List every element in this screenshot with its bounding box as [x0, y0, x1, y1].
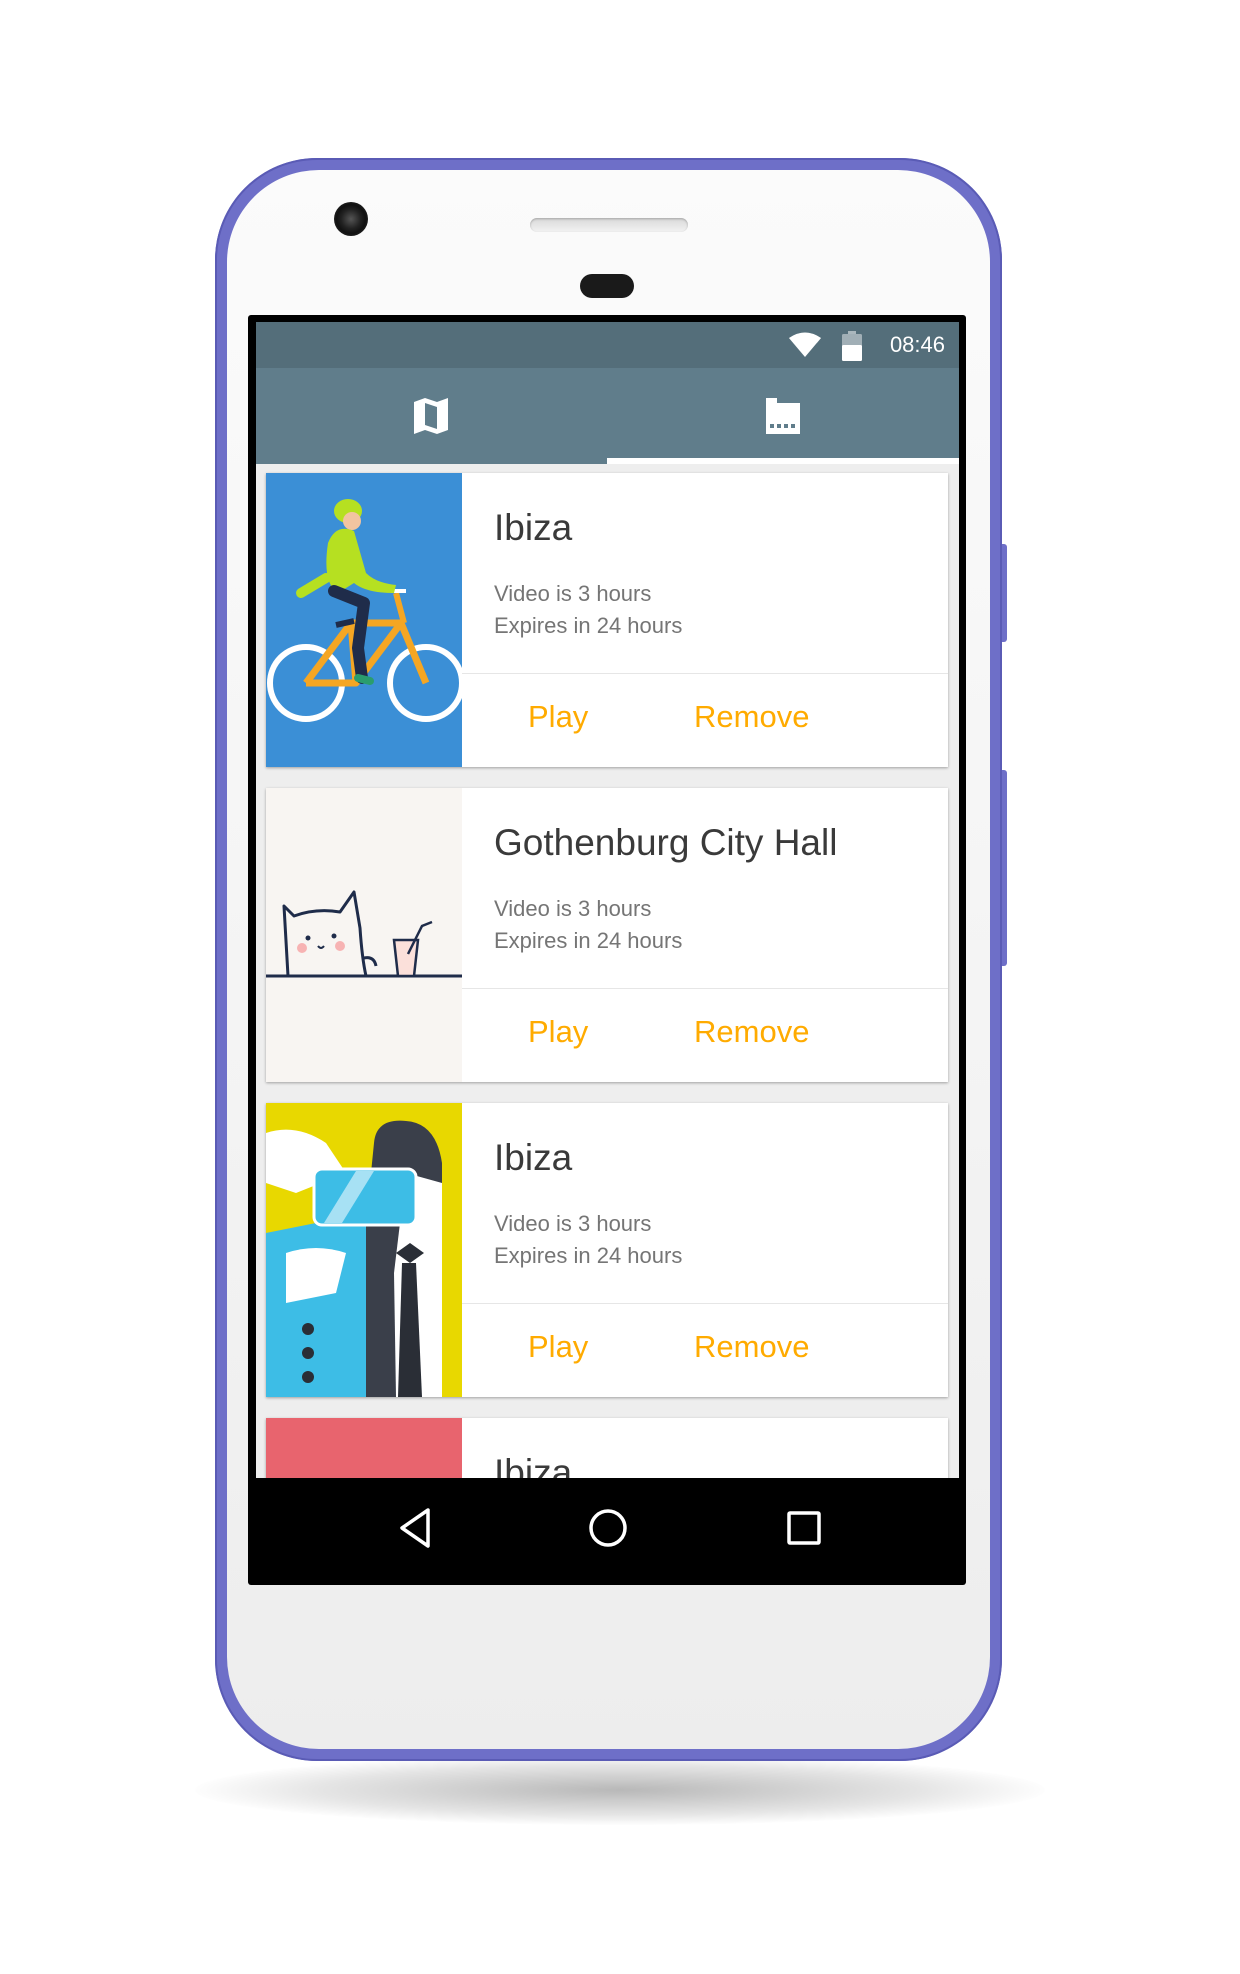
wifi-icon	[789, 332, 821, 357]
play-button[interactable]: Play	[528, 687, 588, 747]
status-bar: 08:46	[256, 322, 959, 368]
back-icon[interactable]	[386, 1498, 446, 1558]
video-card: Ibiza	[266, 1418, 948, 1478]
tab-bar	[256, 368, 959, 464]
vr-headset-illustration	[266, 1103, 462, 1397]
video-library-icon	[766, 398, 800, 434]
earpiece	[580, 274, 634, 298]
remove-button[interactable]: Remove	[694, 1317, 809, 1377]
card-thumbnail	[266, 1103, 462, 1397]
video-card: Gothenburg City Hall Video is 3 hours Ex…	[266, 788, 948, 1082]
card-divider	[462, 1303, 948, 1304]
play-button[interactable]: Play	[528, 1002, 588, 1062]
coral-illustration	[266, 1418, 462, 1478]
page-background: 08:46 Ibiza Video is 3 hours Expires in …	[0, 0, 1240, 1974]
video-list: Ibiza Video is 3 hours Expires in 24 hou…	[256, 464, 959, 1478]
phone-shadow	[195, 1755, 1045, 1825]
play-button[interactable]: Play	[528, 1317, 588, 1377]
app-screen: 08:46 Ibiza Video is 3 hours Expires in …	[256, 322, 959, 1578]
video-card: Ibiza Video is 3 hours Expires in 24 hou…	[266, 1103, 948, 1397]
tab-map[interactable]	[256, 368, 607, 464]
navigation-bar	[256, 1478, 959, 1578]
remove-button[interactable]: Remove	[694, 687, 809, 747]
video-duration: Video is 3 hours	[494, 581, 652, 606]
video-expiry: Expires in 24 hours	[494, 928, 683, 953]
video-expiry: Expires in 24 hours	[494, 1243, 683, 1268]
speaker-grille	[530, 218, 688, 232]
remove-button[interactable]: Remove	[694, 1002, 809, 1062]
card-thumbnail	[266, 1418, 462, 1478]
front-camera	[334, 202, 368, 236]
card-title: Ibiza	[494, 1452, 573, 1478]
status-time: 08:46	[889, 332, 945, 357]
video-duration: Video is 3 hours	[494, 1211, 652, 1236]
map-icon	[414, 398, 448, 434]
card-title: Ibiza	[494, 507, 573, 548]
card-divider	[462, 988, 948, 989]
cyclist-illustration	[266, 473, 462, 767]
card-title: Gothenburg City Hall	[494, 822, 838, 863]
video-expiry: Expires in 24 hours	[494, 613, 683, 638]
battery-icon	[842, 331, 862, 361]
recents-icon[interactable]	[774, 1498, 834, 1558]
video-card: Ibiza Video is 3 hours Expires in 24 hou…	[266, 473, 948, 767]
card-thumbnail	[266, 473, 462, 767]
card-thumbnail	[266, 788, 462, 1082]
card-title: Ibiza	[494, 1137, 573, 1178]
cat-illustration	[266, 788, 462, 1082]
tab-videos[interactable]	[607, 368, 958, 464]
video-duration: Video is 3 hours	[494, 896, 652, 921]
home-icon[interactable]	[578, 1498, 638, 1558]
card-divider	[462, 673, 948, 674]
